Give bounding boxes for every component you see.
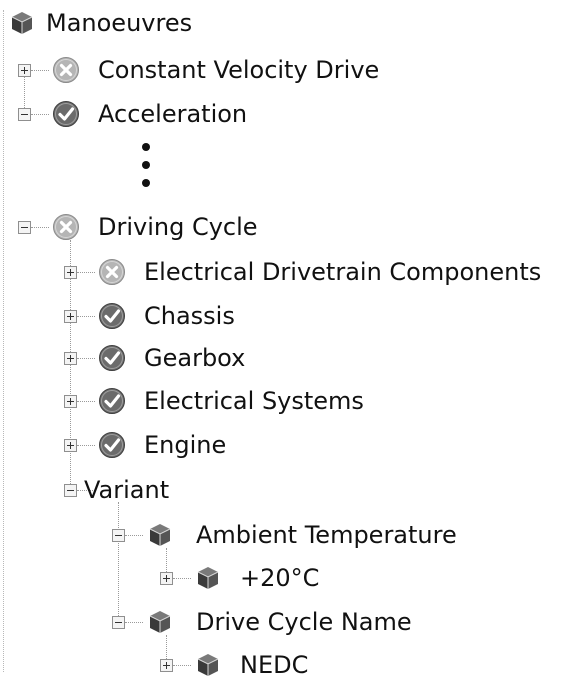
tree-guide-line — [118, 502, 119, 622]
collapse-toggle-driving-cycle[interactable] — [18, 221, 31, 234]
tree-node-constant-velocity-drive[interactable]: Constant Velocity Drive — [52, 51, 379, 89]
failed-status-icon — [52, 213, 80, 241]
collapse-toggle-drive-cycle-name[interactable] — [112, 616, 125, 629]
expand-toggle-electrical-drivetrain-components[interactable] — [64, 266, 77, 279]
tree-node-label: Manoeuvres — [46, 9, 193, 37]
failed-status-icon — [98, 258, 126, 286]
tree-guide-line — [31, 114, 49, 115]
passed-status-icon — [98, 387, 126, 415]
manoeuvre-tree: Manoeuvres Constant Velocity Drive Accel… — [0, 0, 580, 679]
collapse-toggle-variant[interactable] — [64, 484, 77, 497]
tree-node-acceleration[interactable]: Acceleration — [52, 95, 247, 133]
tree-guide-line — [125, 622, 143, 623]
tree-node-chassis[interactable]: Chassis — [98, 297, 235, 335]
tree-node-label: NEDC — [240, 651, 309, 679]
cube-icon — [8, 9, 36, 37]
tree-node-manoeuvres[interactable]: Manoeuvres — [8, 4, 192, 42]
tree-node-gearbox[interactable]: Gearbox — [98, 339, 245, 377]
tree-node-label: Chassis — [144, 302, 235, 330]
tree-guide-line — [31, 227, 49, 228]
tree-node-electrical-systems[interactable]: Electrical Systems — [98, 382, 364, 420]
tree-guide-line — [77, 401, 95, 402]
tree-node-engine[interactable]: Engine — [98, 426, 226, 464]
passed-status-icon — [98, 344, 126, 372]
tree-node-electrical-drivetrain-components[interactable]: Electrical Drivetrain Components — [98, 253, 541, 291]
tree-node-variant[interactable]: Variant — [84, 471, 169, 509]
tree-node-label: +20°C — [240, 564, 320, 592]
tree-node-label: Engine — [144, 431, 227, 459]
tree-node-ambient-temperature[interactable]: Ambient Temperature — [146, 516, 457, 554]
tree-guide-line — [77, 445, 95, 446]
tree-gutter-guide — [3, 10, 4, 672]
tree-node-label: Ambient Temperature — [196, 521, 457, 549]
expand-toggle-electrical-systems[interactable] — [64, 395, 77, 408]
tree-guide-line — [77, 316, 95, 317]
tree-guide-line — [173, 665, 191, 666]
expand-toggle-drive-cycle-value[interactable] — [160, 659, 173, 672]
expand-toggle-chassis[interactable] — [64, 310, 77, 323]
tree-node-temperature-value[interactable]: +20°C — [194, 559, 319, 597]
expand-toggle-engine[interactable] — [64, 439, 77, 452]
tree-node-drive-cycle-name[interactable]: Drive Cycle Name — [146, 603, 412, 641]
tree-node-driving-cycle[interactable]: Driving Cycle — [52, 208, 258, 246]
tree-guide-line — [77, 358, 95, 359]
tree-node-label: Electrical Systems — [144, 387, 364, 415]
tree-node-label: Acceleration — [98, 100, 248, 128]
passed-status-icon — [98, 302, 126, 330]
passed-status-icon — [52, 100, 80, 128]
expand-toggle-gearbox[interactable] — [64, 352, 77, 365]
cube-icon — [194, 564, 222, 592]
tree-guide-line — [173, 578, 191, 579]
tree-guide-line — [31, 70, 49, 71]
tree-node-label: Electrical Drivetrain Components — [144, 258, 542, 286]
ellipsis-separator — [142, 137, 152, 195]
collapse-toggle-acceleration[interactable] — [18, 108, 31, 121]
expand-toggle-temperature-value[interactable] — [160, 572, 173, 585]
failed-status-icon — [52, 56, 80, 84]
cube-icon — [146, 608, 174, 636]
ellipsis-dot — [142, 161, 150, 169]
tree-node-label: Gearbox — [144, 344, 246, 372]
tree-node-label: Driving Cycle — [98, 213, 258, 241]
tree-guide-line — [77, 272, 95, 273]
expand-toggle-constant-velocity-drive[interactable] — [18, 64, 31, 77]
tree-guide-line — [125, 535, 143, 536]
collapse-toggle-ambient-temperature[interactable] — [112, 529, 125, 542]
ellipsis-dot — [142, 179, 150, 187]
ellipsis-dot — [142, 143, 150, 151]
tree-node-drive-cycle-value[interactable]: NEDC — [194, 646, 308, 684]
cube-icon — [194, 651, 222, 679]
tree-node-label: Constant Velocity Drive — [98, 56, 380, 84]
tree-node-label: Drive Cycle Name — [196, 608, 412, 636]
tree-node-label: Variant — [84, 476, 170, 504]
cube-icon — [146, 521, 174, 549]
passed-status-icon — [98, 431, 126, 459]
